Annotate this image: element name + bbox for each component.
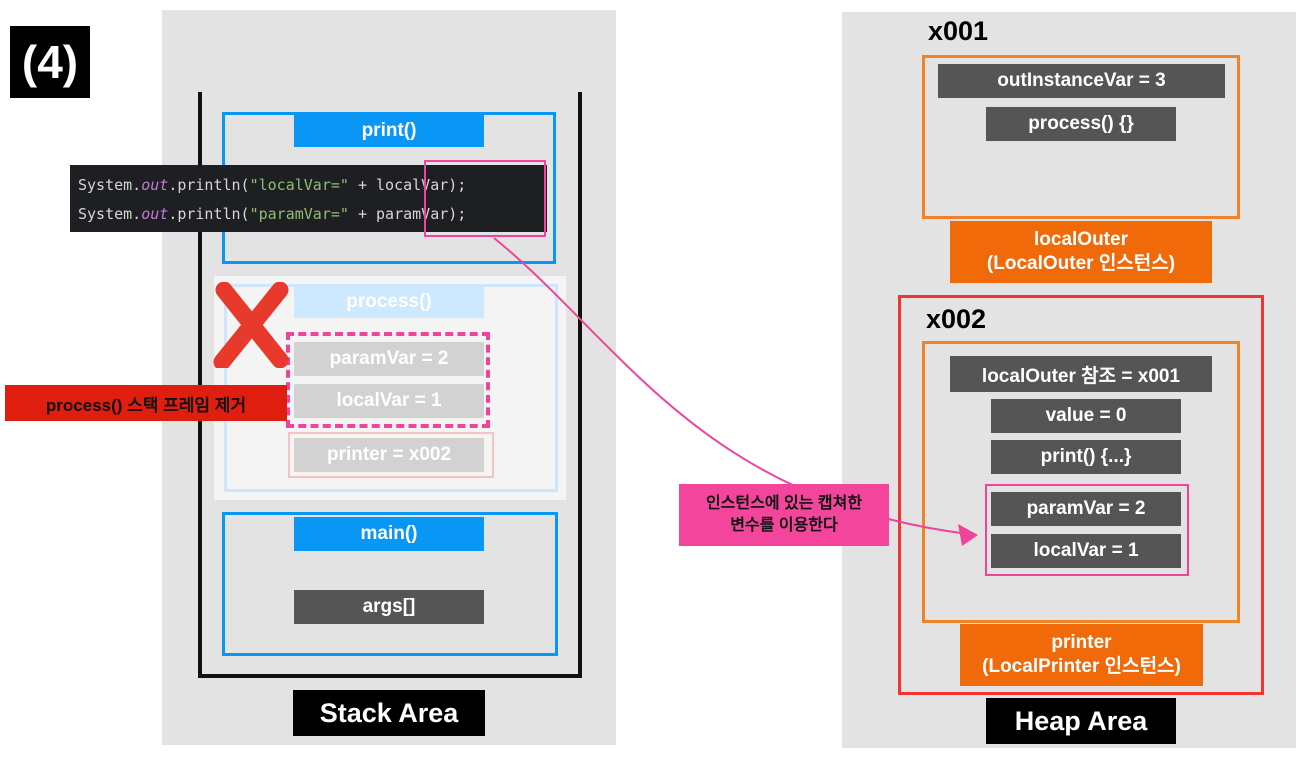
capture-callout-line1: 인스턴스에 있는 캡쳐한 xyxy=(705,495,863,512)
capture-callout-line2: 변수를 이용한다 xyxy=(730,517,838,534)
arrow-head-icon xyxy=(958,524,978,546)
capture-arrow xyxy=(493,237,978,546)
capture-callout: 인스턴스에 있는 캡쳐한 변수를 이용한다 xyxy=(679,484,889,546)
